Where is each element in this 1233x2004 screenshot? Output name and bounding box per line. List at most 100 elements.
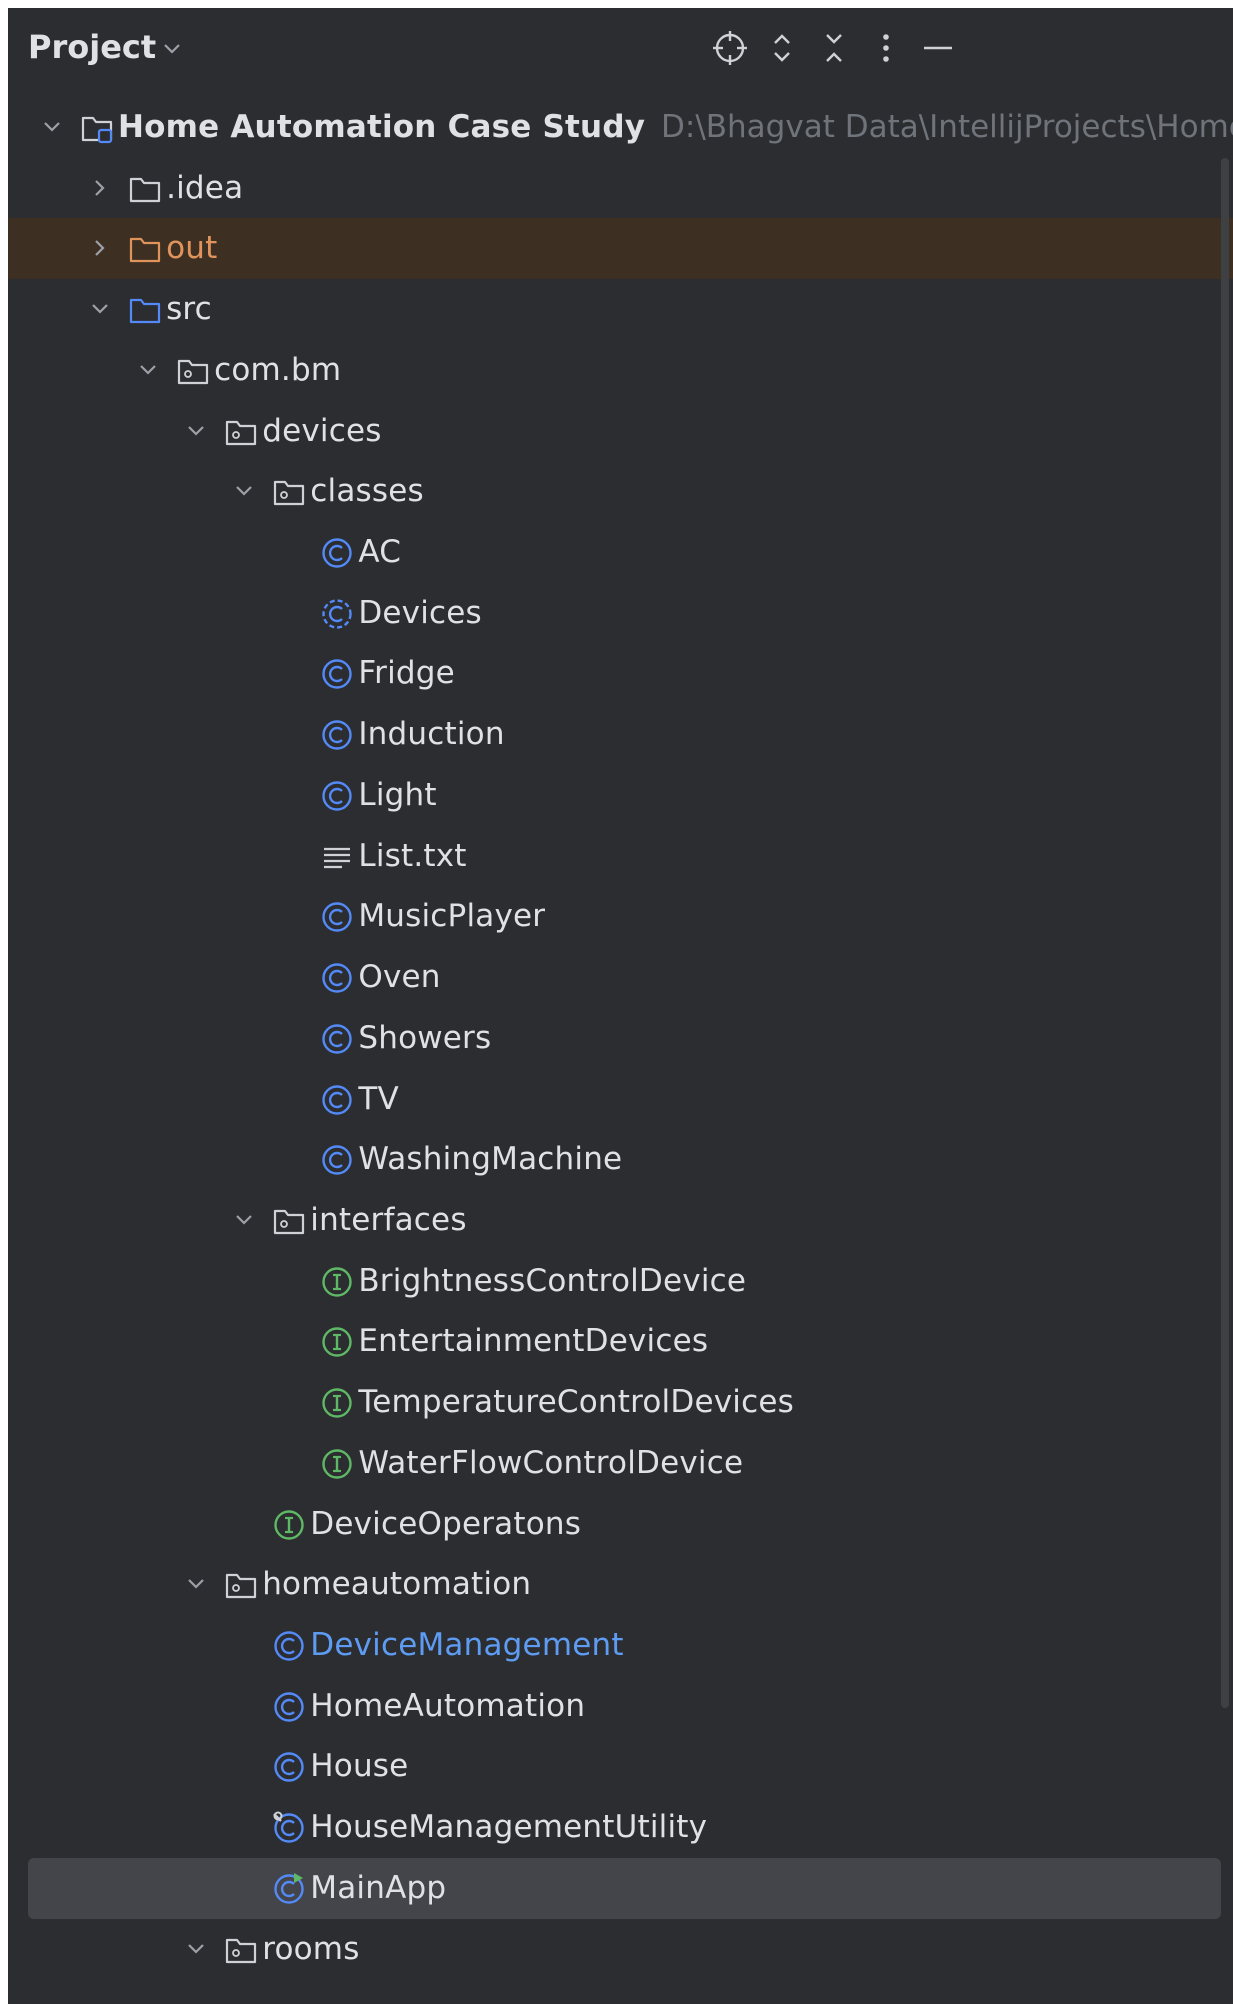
tree-row[interactable]: AC	[8, 522, 1233, 583]
tree-row[interactable]: .idea	[8, 158, 1233, 219]
tree-row[interactable]: src	[8, 279, 1233, 340]
tree-row[interactable]: BrightnessControlDevice	[8, 1251, 1233, 1312]
tree-row[interactable]: Fridge	[8, 643, 1233, 704]
package-icon	[274, 481, 305, 506]
tree-item-label: MusicPlayer	[358, 898, 546, 935]
chevron-right-icon[interactable]	[86, 234, 114, 262]
package-icon	[226, 1938, 257, 1963]
chevron-down-icon[interactable]	[38, 113, 66, 141]
tree-row[interactable]: rooms	[8, 1919, 1233, 1980]
tree-item-label: Showers	[358, 1019, 492, 1056]
tree-item-label: homeautomation	[262, 1566, 532, 1603]
tree-item-label: Induction	[358, 716, 505, 753]
class-icon	[322, 902, 353, 933]
tree-row[interactable]: Devices	[8, 583, 1233, 644]
package-icon	[226, 1574, 257, 1599]
tree-row[interactable]: out	[8, 218, 1233, 280]
project-panel: Project Home Automation Case Study D:\Bh…	[8, 8, 1233, 2004]
tree-item-label: MainApp	[310, 1869, 447, 1906]
tree-item-label: src	[166, 291, 212, 328]
expand-all-icon[interactable]	[762, 28, 802, 68]
interface-icon	[274, 1509, 304, 1540]
interface-icon	[322, 1327, 353, 1358]
tree-item-label: EntertainmentDevices	[358, 1323, 709, 1360]
interface-icon	[322, 1388, 353, 1418]
hide-icon[interactable]	[918, 28, 958, 68]
tree-row[interactable]: classes	[8, 461, 1233, 522]
tree-item-label: Home Automation Case Study	[118, 109, 646, 145]
tree-row[interactable]: Showers	[8, 1008, 1233, 1069]
tree-row[interactable]: homeautomation	[8, 1554, 1233, 1615]
tree-item-label: WashingMachine	[358, 1141, 623, 1178]
project-path: D:\Bhagvat Data\IntellijProjects\Home	[661, 109, 1233, 145]
tree-row[interactable]: MusicPlayer	[8, 886, 1233, 947]
tree-row[interactable]: DeviceManagement	[8, 1615, 1233, 1676]
chevron-down-icon[interactable]	[182, 1570, 210, 1598]
tree-row[interactable]: Light	[8, 765, 1233, 826]
class-icon	[322, 538, 353, 568]
tree-item-label: out	[166, 230, 218, 267]
tree-row[interactable]: Oven	[8, 947, 1233, 1008]
chevron-down-icon[interactable]	[134, 356, 162, 384]
locate-icon[interactable]	[710, 28, 750, 68]
chevron-down-icon[interactable]	[230, 1206, 258, 1234]
tree-row[interactable]: devices	[8, 401, 1233, 462]
tree-row[interactable]: interfaces	[8, 1190, 1233, 1251]
chevron-right-icon[interactable]	[86, 174, 114, 202]
tree-row[interactable]: MainApp	[8, 1857, 1233, 1919]
tree-row[interactable]: TemperatureControlDevices	[8, 1372, 1233, 1433]
tree-row[interactable]: House	[8, 1736, 1233, 1797]
class-icon	[322, 963, 353, 993]
tree-row[interactable]: HouseManagementUtility	[8, 1797, 1233, 1858]
tree-item-label: DeviceManagement	[310, 1627, 624, 1663]
class-icon	[274, 1692, 304, 1722]
chevron-down-icon[interactable]	[182, 1935, 210, 1963]
tree-row[interactable]: com.bm	[8, 340, 1233, 401]
more-icon[interactable]	[866, 28, 906, 68]
chevron-down-icon[interactable]	[230, 477, 258, 505]
tree-item-label: devices	[262, 412, 382, 449]
excluded-folder-icon	[129, 238, 161, 263]
class-util-icon	[273, 1811, 304, 1843]
abstract-class-icon	[322, 599, 353, 629]
tree-item-label: Light	[358, 776, 437, 813]
class-icon	[322, 781, 353, 811]
vertical-scrollbar[interactable]	[1221, 158, 1229, 1708]
tree-item-label: com.bm	[214, 351, 342, 388]
tree-item-label: WaterFlowControlDevice	[358, 1444, 744, 1481]
package-icon	[274, 1209, 305, 1235]
collapse-all-icon[interactable]	[814, 28, 854, 68]
package-icon	[226, 420, 257, 445]
tree-row[interactable]: WashingMachine	[8, 1129, 1233, 1190]
panel-title[interactable]: Project	[28, 28, 156, 66]
tree-item-label: classes	[310, 473, 424, 510]
chevron-down-icon[interactable]	[86, 295, 114, 323]
tree-row[interactable]: List.txt	[8, 826, 1233, 887]
class-icon	[322, 1024, 353, 1054]
tree-row[interactable]: Induction	[8, 704, 1233, 765]
tree-row[interactable]: DeviceOperatons	[8, 1494, 1233, 1555]
tree-row[interactable]: EntertainmentDevices	[8, 1311, 1233, 1372]
tree-item-label: Oven	[358, 959, 441, 996]
interface-icon	[322, 1266, 353, 1297]
tree-item-label: rooms	[262, 1930, 360, 1967]
tree-item-label: House	[310, 1748, 409, 1785]
tree-item-label: Devices	[358, 594, 482, 631]
chevron-down-icon[interactable]	[158, 34, 186, 62]
tree-row[interactable]: Home Automation Case Study D:\Bhagvat Dat…	[8, 97, 1233, 158]
tree-row[interactable]: HomeAutomation	[8, 1676, 1233, 1737]
tree-row[interactable]: WaterFlowControlDevice	[8, 1433, 1233, 1494]
folder-icon	[129, 177, 161, 202]
tree-item-label: TV	[358, 1080, 399, 1117]
interface-icon	[322, 1449, 353, 1479]
tree-item-label: HouseManagementUtility	[310, 1809, 708, 1846]
package-icon	[178, 359, 209, 384]
chevron-down-icon[interactable]	[182, 417, 210, 445]
tree-item-label: HomeAutomation	[310, 1687, 586, 1724]
tree-item-label: .idea	[166, 169, 244, 206]
class-icon	[322, 720, 353, 750]
tree-row[interactable]: TV	[8, 1069, 1233, 1130]
tree-item-label: Fridge	[358, 655, 455, 692]
tree-item-label: TemperatureControlDevices	[358, 1384, 794, 1421]
selection-highlight	[28, 1857, 1221, 1919]
